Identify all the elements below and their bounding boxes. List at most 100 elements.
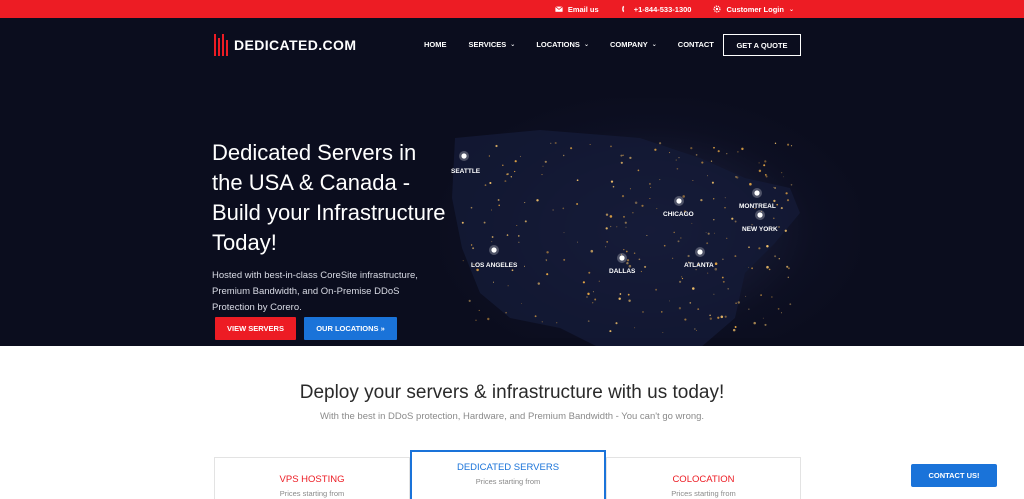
city-light [623, 215, 625, 218]
city-light [478, 309, 480, 311]
get-a-quote-button[interactable]: GET A QUOTE [723, 34, 801, 56]
city-light [546, 260, 548, 262]
city-light [649, 197, 651, 200]
city-light [654, 148, 657, 151]
chevron-down-icon: ⌄ [510, 42, 516, 48]
city-light [766, 265, 769, 269]
city-marker-dallas [619, 255, 625, 261]
city-light [695, 154, 698, 156]
city-light [634, 201, 638, 205]
city-light [576, 179, 579, 182]
city-light [468, 299, 471, 302]
city-light [726, 153, 728, 155]
city-marker-seattle [461, 153, 467, 159]
card-colocation[interactable]: COLOCATION Prices starting from [606, 457, 801, 499]
city-light [517, 235, 520, 237]
city-light [773, 199, 776, 203]
city-light [721, 276, 724, 279]
card-dedicated-servers[interactable]: DEDICATED SERVERS Prices starting from [410, 450, 606, 499]
city-light [605, 246, 607, 248]
city-light [707, 175, 709, 177]
email-icon [554, 6, 563, 12]
city-light [764, 160, 767, 163]
city-light [687, 254, 690, 258]
nav-item-label: HOME [424, 40, 447, 49]
city-light [678, 156, 680, 159]
nav-item-label: SERVICES [468, 40, 507, 49]
city-light [789, 303, 792, 306]
city-light [650, 186, 652, 188]
city-light [640, 270, 643, 273]
city-light [678, 307, 682, 310]
city-light [680, 237, 682, 239]
city-light [774, 142, 777, 144]
card-title: VPS HOSTING [279, 474, 345, 485]
city-light [771, 296, 773, 298]
city-light [587, 292, 590, 296]
city-light [544, 160, 547, 163]
city-light [605, 227, 608, 230]
city-light [625, 226, 627, 228]
city-light [562, 154, 565, 157]
city-light [475, 319, 477, 322]
deploy-title: Deploy your servers & infrastructure wit… [299, 382, 725, 403]
city-light [790, 184, 793, 186]
city-light [637, 169, 640, 172]
city-light [506, 234, 509, 236]
city-light [610, 145, 612, 148]
city-light [648, 182, 651, 185]
service-cards: VPS HOSTING Prices starting from DEDICAT… [214, 450, 801, 499]
nav-menu: HOME SERVICES ⌄ LOCATIONS ⌄ COMPANY ⌄ CO… [424, 40, 714, 49]
city-light [781, 172, 783, 174]
city-light [758, 169, 762, 173]
email-link[interactable]: Email us [554, 4, 599, 14]
customer-login-label: Customer Login [726, 4, 784, 14]
brand-logo[interactable]: DEDICATED.COM [214, 34, 356, 56]
city-light [622, 154, 624, 156]
card-vps-hosting[interactable]: VPS HOSTING Prices starting from [214, 457, 410, 499]
city-light [762, 317, 764, 319]
city-light [616, 226, 618, 228]
city-light [701, 161, 704, 164]
nav-item-home[interactable]: HOME [424, 40, 447, 49]
city-light [592, 302, 594, 304]
city-light [689, 302, 692, 304]
city-light [763, 164, 766, 167]
city-light [562, 207, 565, 210]
city-light [737, 151, 739, 153]
city-light [691, 222, 693, 224]
city-light [713, 232, 715, 234]
city-light [778, 258, 780, 260]
nav-item-locations[interactable]: LOCATIONS ⌄ [536, 40, 589, 49]
chevron-down-icon: ⌄ [651, 42, 657, 48]
nav-item-services[interactable]: SERVICES ⌄ [469, 40, 516, 49]
city-light [690, 146, 693, 150]
city-light [502, 164, 504, 167]
view-servers-button[interactable]: VIEW SERVERS [215, 317, 296, 340]
phone-link[interactable]: +1-844-533-1300 [621, 5, 691, 14]
city-light [524, 202, 526, 204]
city-light [610, 225, 612, 228]
nav-item-company[interactable]: COMPANY ⌄ [610, 40, 657, 49]
city-light [786, 265, 789, 268]
nav-item-contact[interactable]: CONTACT [678, 40, 714, 49]
email-label: Email us [567, 4, 599, 14]
city-light [462, 260, 464, 262]
city-light [484, 184, 487, 186]
city-light [646, 235, 648, 237]
card-price-label: Prices starting from [671, 489, 736, 498]
city-light [541, 321, 543, 323]
city-light [507, 173, 509, 175]
city-light [563, 258, 566, 261]
city-light [628, 299, 631, 303]
city-light [741, 147, 744, 151]
city-light [588, 271, 591, 274]
city-light [682, 195, 685, 198]
customer-login-link[interactable]: Customer Login ⌄ [713, 5, 794, 14]
contact-us-button[interactable]: CONTACT US! [911, 464, 997, 487]
city-light [713, 218, 715, 221]
our-locations-button[interactable]: OUR LOCATIONS » [304, 317, 397, 340]
city-light [550, 142, 552, 144]
city-light [748, 266, 750, 268]
city-light [655, 288, 658, 291]
